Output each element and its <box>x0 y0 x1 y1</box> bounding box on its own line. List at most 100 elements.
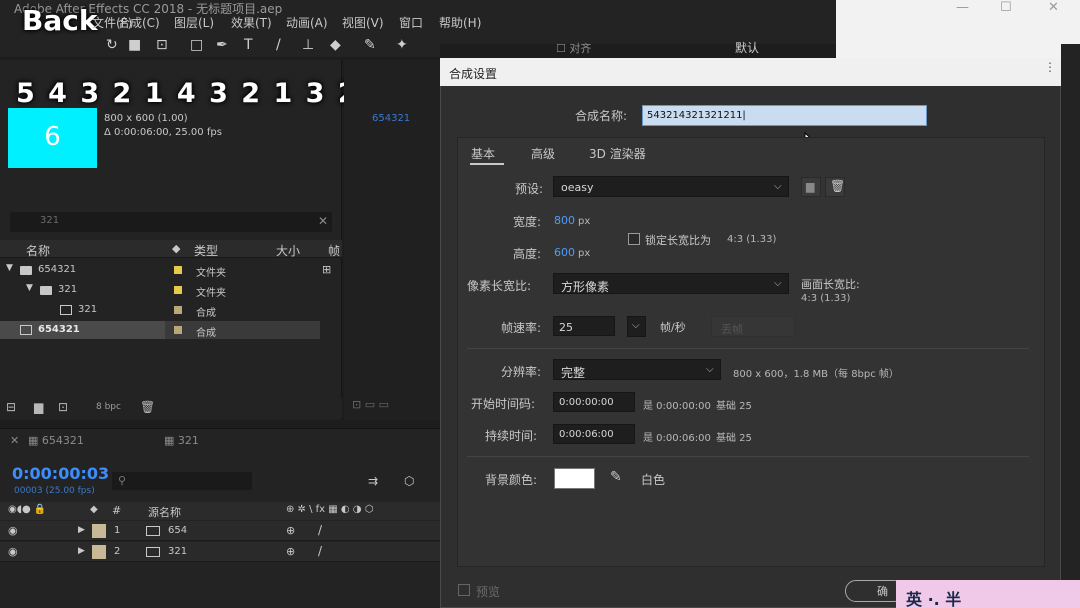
quality-icon[interactable]: / <box>318 544 322 558</box>
expand-triangle-icon[interactable]: ▶ <box>78 546 85 556</box>
col-frame[interactable]: 帧 <box>328 242 340 259</box>
viewer-tab[interactable]: 654321 <box>372 113 410 124</box>
bg-color-swatch[interactable] <box>554 468 595 489</box>
row-type: 合成 <box>196 308 216 319</box>
close-icon[interactable]: ✕ <box>1048 0 1059 15</box>
comp-name-input[interactable] <box>642 105 927 126</box>
label-swatch[interactable] <box>174 306 182 314</box>
bit-depth-label[interactable]: 8 bpc <box>96 402 121 412</box>
timeline-tab-654321[interactable]: ▦ 654321 <box>28 434 84 447</box>
trash-icon[interactable]: 🗑 <box>140 400 155 414</box>
fps-unit: 帧/秒 <box>660 321 686 334</box>
clear-search-icon[interactable]: ✕ <box>318 214 328 228</box>
eye-icon[interactable]: ◉ <box>8 545 18 558</box>
col-size[interactable]: 大小 <box>276 242 300 259</box>
menu-view[interactable]: 视图(V) <box>342 14 384 31</box>
folder-icon <box>40 286 52 295</box>
project-row[interactable]: ▼ 321 文件夹 <box>0 281 320 299</box>
col-type[interactable]: 类型 <box>194 242 218 259</box>
timeline-layer[interactable]: ◉ ▶ 1 654 ⊕ / <box>0 521 440 541</box>
start-timecode-label: 开始时间码: <box>471 397 536 411</box>
layer-label-swatch[interactable] <box>92 545 106 559</box>
label-swatch[interactable] <box>174 326 182 334</box>
height-unit: px <box>578 248 591 259</box>
tab-3d-renderer[interactable]: 3D 渲染器 <box>589 145 646 162</box>
viewer-footer-icons[interactable]: ⊡ ▭ ▭ <box>352 398 389 411</box>
eye-icon[interactable]: ◉ <box>8 524 18 537</box>
shy-icon[interactable]: ⊕ <box>286 545 295 558</box>
hierarchy-icon: ⊞ <box>322 263 332 276</box>
drop-frame-value: 丢帧 <box>721 323 743 336</box>
rectangle-tool-icon[interactable]: □ <box>190 37 203 53</box>
start-timecode-value: 0:00:00:00 <box>559 397 614 408</box>
eyedropper-icon[interactable]: ✎ <box>610 469 622 485</box>
maximize-icon[interactable]: ☐ <box>1000 0 1012 15</box>
dialog-more-icon[interactable]: ⋮ <box>1044 60 1056 74</box>
pan-behind-tool-icon[interactable]: ⊡ <box>156 37 168 53</box>
expand-triangle-icon[interactable]: ▼ <box>6 263 13 273</box>
text-tool-icon[interactable]: T <box>244 37 253 53</box>
timeline-search-input[interactable]: ⚲ <box>112 472 252 490</box>
composition-icon <box>146 547 160 557</box>
menu-effect[interactable]: 效果(T) <box>231 14 272 31</box>
eraser-tool-icon[interactable]: ◆ <box>330 37 341 53</box>
delete-preset-button[interactable]: 🗑 <box>825 177 845 197</box>
current-timecode[interactable]: 0:00:00:03 <box>12 464 109 483</box>
roto-brush-tool-icon[interactable]: ✎ <box>364 37 376 53</box>
dialog-titlebar[interactable] <box>440 58 1061 86</box>
layer-number: 2 <box>114 546 121 557</box>
menu-composition[interactable]: 合成(C) <box>118 14 160 31</box>
align-checkbox[interactable]: ☐ 对齐 <box>556 40 591 56</box>
project-search-input[interactable]: 321 <box>10 212 332 232</box>
col-name[interactable]: 名称 <box>26 242 50 259</box>
project-row[interactable]: 321 合成 <box>0 301 320 319</box>
draft-3d-icon[interactable]: ⬡ <box>404 474 414 488</box>
expand-triangle-icon[interactable]: ▼ <box>26 283 33 293</box>
composition-icon <box>60 305 72 315</box>
col-source-name[interactable]: 源名称 <box>148 504 181 520</box>
timeline-tab-321[interactable]: ▦ 321 <box>164 434 199 447</box>
height-value[interactable]: 600 <box>554 246 575 259</box>
puppet-tool-icon[interactable]: ✦ <box>396 37 408 53</box>
shy-icon[interactable]: ⊕ <box>286 524 295 537</box>
timeline-close-icon[interactable]: ✕ <box>10 434 19 447</box>
label-tag-icon[interactable]: ◆ <box>90 504 98 515</box>
preview-checkbox[interactable] <box>458 584 470 596</box>
expand-triangle-icon[interactable]: ▶ <box>78 525 85 535</box>
tab-advanced[interactable]: 高级 <box>531 145 555 162</box>
col-layer-number[interactable]: # <box>112 504 121 517</box>
menu-help[interactable]: 帮助(H) <box>439 14 481 31</box>
minimize-icon[interactable]: — <box>956 0 969 15</box>
interpret-footage-icon[interactable]: ⊟ <box>6 400 16 414</box>
menu-animation[interactable]: 动画(A) <box>286 14 328 31</box>
back-button[interactable]: Back <box>22 4 97 37</box>
new-composition-icon[interactable]: ⊡ <box>58 400 68 414</box>
project-row-selected[interactable]: 654321 合成 <box>0 321 320 339</box>
clone-stamp-tool-icon[interactable]: ⊥ <box>302 37 314 53</box>
project-row[interactable]: ▼ 654321 文件夹 ⊞ <box>0 261 331 279</box>
width-value[interactable]: 800 <box>554 214 575 227</box>
menu-window[interactable]: 窗口 <box>399 14 423 31</box>
brush-tool-icon[interactable]: / <box>276 37 281 53</box>
av-switches-icons[interactable]: ◉◖● 🔒 <box>8 504 46 515</box>
layer-switches-icons[interactable]: ⊕ ✲ \ fx ▦ ◐ ◑ ⬡ <box>286 504 373 515</box>
label-swatch[interactable] <box>174 286 182 294</box>
save-preset-button[interactable]: ▆ <box>801 177 821 197</box>
label-swatch[interactable] <box>174 266 182 274</box>
tab-basic[interactable]: 基本 <box>471 145 495 162</box>
timeline-layer[interactable]: ◉ ▶ 2 321 ⊕ / <box>0 542 440 562</box>
label-tag-icon[interactable]: ◆ <box>172 242 180 255</box>
workspace-default[interactable]: 默认 <box>735 39 759 56</box>
comp-flowchart-icon[interactable]: ⇉ <box>368 474 378 488</box>
rotate-tool-icon[interactable]: ↻ <box>106 37 118 53</box>
new-folder-icon[interactable]: ▆ <box>34 400 43 414</box>
lock-aspect-checkbox[interactable] <box>628 233 640 245</box>
resolution-value: 完整 <box>561 366 586 380</box>
pen-tool-icon[interactable]: ✒ <box>216 37 228 53</box>
layer-label-swatch[interactable] <box>92 524 106 538</box>
duration-base: 基础 25 <box>716 433 752 444</box>
menu-layer[interactable]: 图层(L) <box>174 14 214 31</box>
quality-icon[interactable]: / <box>318 523 322 537</box>
preset-value: oeasy <box>561 181 594 194</box>
camera-tool-icon[interactable]: ■ <box>128 37 141 53</box>
